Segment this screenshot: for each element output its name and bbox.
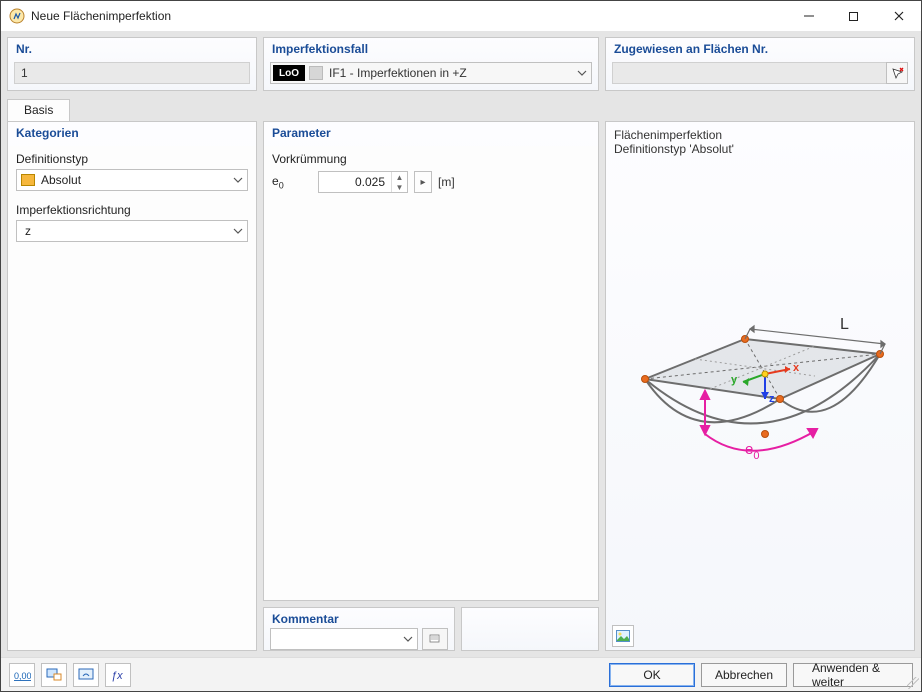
e0-spinner[interactable]: 0.025 ▲ ▼ (318, 171, 408, 193)
panel-imperfektionsfall: Imperfektionsfall LoO IF1 - Imperfektion… (263, 37, 599, 91)
display-settings-button[interactable] (41, 663, 67, 687)
assigned-surfaces-input[interactable] (612, 62, 886, 84)
app-icon (9, 8, 25, 24)
pick-surface-button[interactable] (886, 62, 908, 84)
deftyp-label: Definitionstyp (16, 152, 248, 166)
panel-nr: Nr. (7, 37, 257, 91)
window-controls (786, 1, 921, 31)
axis-x: x (793, 362, 800, 374)
chevron-down-icon (399, 636, 417, 642)
window-title: Neue Flächenimperfektion (31, 9, 786, 23)
zw-header: Zugewiesen an Flächen Nr. (606, 38, 914, 62)
image-picker-button[interactable] (612, 625, 634, 647)
chevron-down-icon (229, 177, 247, 183)
svg-text:ƒx: ƒx (111, 670, 123, 682)
e0-label: e0 (272, 174, 312, 190)
deftyp-color-swatch (21, 174, 35, 186)
loadcase-badge: LoO (273, 65, 305, 81)
imperfektionsfall-select[interactable]: LoO IF1 - Imperfektionen in +Z (270, 62, 592, 84)
value-picker-button[interactable]: ▸ (414, 171, 432, 193)
spinner-up-icon[interactable]: ▲ (392, 172, 407, 182)
tab-row: Basis (1, 97, 921, 121)
deftyp-value: Absolut (41, 173, 229, 187)
titlebar: Neue Flächenimperfektion (1, 1, 921, 31)
resize-grip[interactable] (907, 677, 919, 689)
dialog-window: Neue Flächenimperfektion Nr. Imperfektio… (0, 0, 922, 692)
axis-y: y (731, 374, 738, 386)
dialog-body: Kategorien Definitionstyp Absolut Imperf… (1, 121, 921, 657)
deftyp-select[interactable]: Absolut (16, 169, 248, 191)
header-band: Nr. Imperfektionsfall LoO IF1 - Imperfek… (1, 31, 921, 97)
left-columns: Kategorien Definitionstyp Absolut Imperf… (7, 121, 599, 651)
chevron-down-icon (573, 63, 591, 83)
preview-canvas: L x y z (606, 156, 914, 622)
e0-value[interactable]: 0.025 (319, 172, 391, 192)
dir-label: Imperfektionsrichtung (16, 203, 248, 217)
maximize-button[interactable] (831, 1, 876, 31)
kommentar-header: Kommentar (264, 608, 454, 628)
tab-basis[interactable]: Basis (7, 99, 70, 121)
direction-select[interactable]: z (16, 220, 248, 242)
svg-text:0,00: 0,00 (14, 671, 31, 681)
fx-button[interactable]: ƒx (105, 663, 131, 687)
loadcase-color-swatch (309, 66, 323, 80)
preview-title: Flächenimperfektion Definitionstyp 'Abso… (606, 122, 914, 156)
panel-zugewiesen: Zugewiesen an Flächen Nr. (605, 37, 915, 91)
vorkruemmung-label: Vorkrümmung (272, 152, 590, 166)
axis-z: z (769, 393, 775, 405)
bottom-bar: 0,00 ƒx OK Abbrechen Anwenden & weiter (1, 657, 921, 691)
imperfection-diagram: L x y z (615, 279, 905, 499)
if-value: IF1 - Imperfektionen in +Z (329, 63, 573, 83)
label-L: L (840, 316, 849, 333)
units-button[interactable]: 0,00 (9, 663, 35, 687)
parameter-header: Parameter (264, 122, 598, 146)
chevron-down-icon (229, 228, 247, 234)
dir-value: z (21, 224, 229, 238)
if-header: Imperfektionsfall (264, 38, 598, 62)
label-e0: e0 (745, 441, 759, 462)
cancel-button[interactable]: Abbrechen (701, 663, 787, 687)
panel-kommentar: Kommentar (263, 607, 455, 651)
kommentar-pick-button[interactable] (422, 628, 448, 650)
kategorien-header: Kategorien (8, 122, 256, 146)
close-button[interactable] (876, 1, 921, 31)
panel-kategorien: Kategorien Definitionstyp Absolut Imperf… (7, 121, 257, 651)
minimize-button[interactable] (786, 1, 831, 31)
view-button[interactable] (73, 663, 99, 687)
panel-preview: Flächenimperfektion Definitionstyp 'Abso… (605, 121, 915, 651)
kommentar-combo[interactable] (270, 628, 418, 650)
apply-continue-button[interactable]: Anwenden & weiter (793, 663, 913, 687)
e0-unit: [m] (438, 175, 455, 189)
panel-parameter: Parameter Vorkrümmung e0 0.025 ▲ ▼ (263, 121, 599, 601)
nr-input[interactable] (14, 62, 250, 84)
nr-header: Nr. (8, 38, 256, 62)
panel-aux (461, 607, 599, 651)
ok-button[interactable]: OK (609, 663, 695, 687)
spinner-down-icon[interactable]: ▼ (392, 182, 407, 192)
